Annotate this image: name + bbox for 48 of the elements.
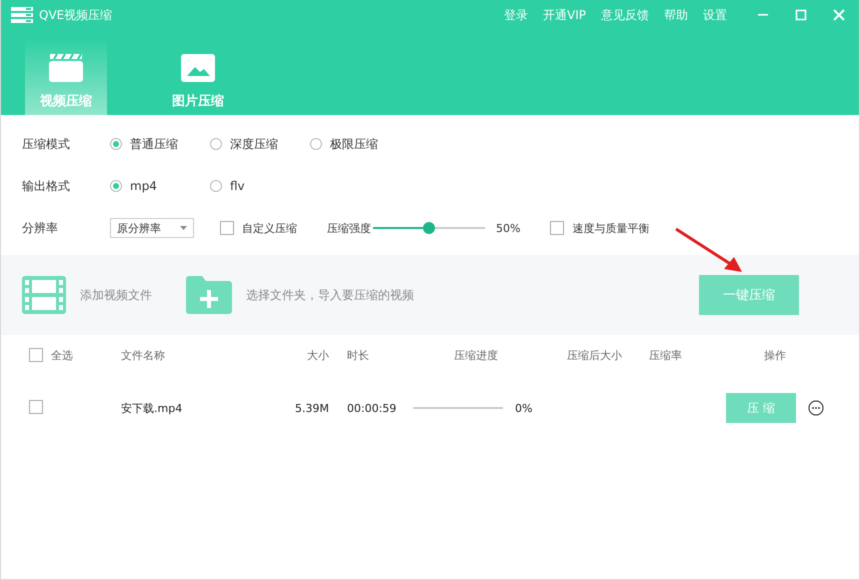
choose-folder-link[interactable]: 选择文件夹，导入要压缩的视频 [246,286,414,304]
window-title: QVE视频压缩 [39,6,112,24]
setting-label: 压缩模式 [22,136,71,152]
checkbox-option[interactable]: 自定义压缩 [220,220,297,236]
menu-link[interactable]: 登录 [504,6,528,24]
annotation-arrow [674,227,744,273]
column-header: 操作 [764,348,786,362]
radio-option[interactable]: mp4 [110,179,210,193]
row-checkbox[interactable] [29,400,43,414]
folder-add-icon [186,276,232,314]
progress-reading: 0% [515,402,532,414]
column-header: 文件名称 [121,348,165,362]
menu-link[interactable]: 帮助 [664,6,688,24]
column-header: 压缩后大小 [567,348,622,362]
menu-link[interactable]: 意见反馈 [601,6,649,24]
add-video-link[interactable]: 添加视频文件 [80,286,152,304]
strength-reading: 50% [496,222,520,234]
radio-option[interactable]: 深度压缩 [210,136,310,152]
close-icon[interactable] [833,9,845,21]
tab[interactable]: 图片压缩 [143,38,253,115]
setting-label: 分辨率 [22,220,59,236]
image-icon [181,54,215,82]
compress-all-button[interactable]: 一键压缩 [699,275,799,315]
setting-label: 输出格式 [22,178,71,194]
app-logo-icon [11,7,33,23]
column-header: 压缩进度 [454,348,498,362]
clapperboard-icon [49,54,83,82]
menu-link[interactable]: 开通VIP [543,6,586,24]
resolution-dropdown[interactable]: 原分辨率 [110,218,194,238]
file-name-cell: 安下载.mp4 [121,400,182,416]
select-all-checkbox[interactable]: 全选 [29,348,73,362]
compress-button[interactable]: 压 缩 [726,393,796,423]
slider-thumb[interactable] [423,222,435,234]
column-header: 压缩率 [649,348,682,362]
radio-option[interactable]: 极限压缩 [310,136,410,152]
radio-option[interactable]: 普通压缩 [110,136,210,152]
column-header: 时长 [347,348,369,362]
menu-link[interactable]: 设置 [703,6,727,24]
strength-label: 压缩强度 [327,220,371,236]
maximize-icon[interactable] [795,9,807,21]
size-cell-text: 5.39M [294,402,329,414]
caret-icon [180,226,187,230]
film-icon [22,276,66,314]
checkbox-option[interactable]: 速度与质量平衡 [550,220,650,236]
column-header: 大小 [306,348,329,362]
duration-cell: 00:00:59 [347,402,396,414]
radio-option[interactable]: flv [210,179,310,193]
more-icon[interactable] [808,400,824,416]
